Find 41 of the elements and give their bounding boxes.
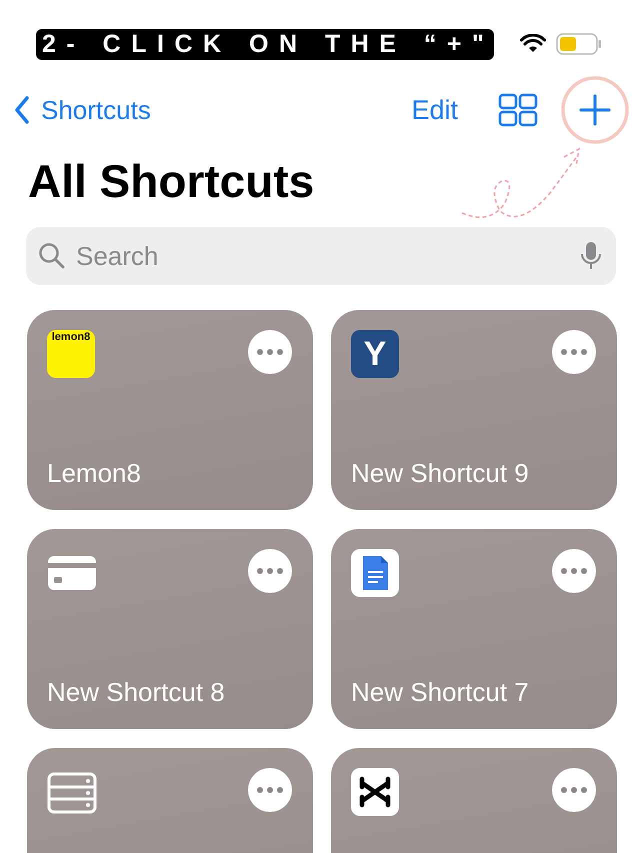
caption-banner: 2- CLICK ON THE “+" [36,28,494,60]
document-icon [351,549,399,597]
battery-icon [556,33,602,55]
highlight-circle [560,75,630,145]
microphone-icon [580,241,602,271]
shortcut-name: New Shortcut 7 [351,677,530,707]
ellipsis-icon [257,787,283,793]
more-button[interactable] [248,330,292,374]
edit-button[interactable]: Edit [411,94,458,126]
shortcut-name: New Shortcut 9 [351,458,530,488]
ellipsis-icon [257,568,283,574]
plus-icon [579,94,611,126]
search-bar[interactable]: Search [26,227,616,285]
letter-app-icon: Y [351,330,399,378]
lemon-app-icon: lemon8 [47,330,95,378]
ellipsis-icon [561,349,587,355]
server-icon [47,772,97,814]
shortcut-name: Lemon8 [47,458,142,488]
ellipsis-icon [561,787,587,793]
credit-card-icon [47,553,97,593]
ellipsis-icon [257,349,283,355]
search-icon [38,242,66,270]
more-button[interactable] [248,768,292,812]
shortcut-card[interactable]: Y New Shortcut 9 [331,310,617,510]
shortcut-name: New Shortcut 8 [47,677,226,707]
grid-view-button[interactable] [498,93,538,127]
wifi-icon [520,34,546,54]
page-title: All Shortcuts [28,154,314,209]
back-button[interactable]: Shortcuts [14,94,151,126]
more-button[interactable] [552,330,596,374]
shortcut-card[interactable]: New Shortcut 7 [331,529,617,729]
shortcut-card[interactable]: lemon8 Lemon8 [27,310,313,510]
more-button[interactable] [248,549,292,593]
ellipsis-icon [561,568,587,574]
shortcut-card[interactable]: New Shortcut 8 [27,529,313,729]
more-button[interactable] [552,768,596,812]
chevron-left-icon [14,96,30,124]
grid-icon [498,93,538,127]
search-field[interactable]: Search [74,240,572,272]
add-button[interactable] [579,94,611,126]
more-button[interactable] [552,549,596,593]
